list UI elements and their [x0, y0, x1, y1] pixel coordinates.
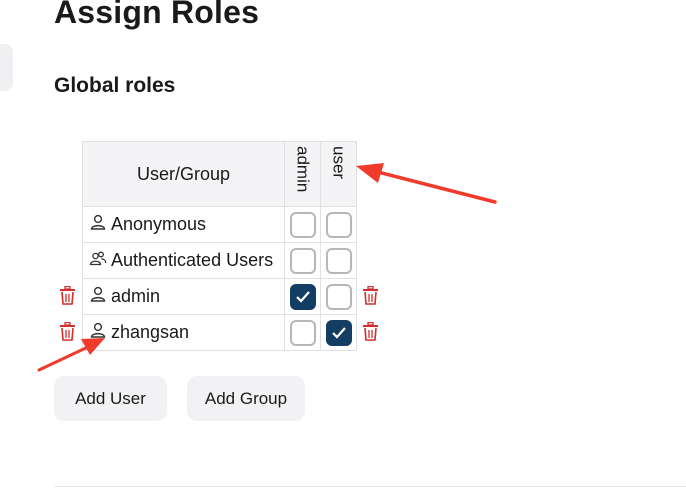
user-group-header: User/Group: [82, 141, 285, 207]
row-name: zhangsan: [111, 322, 190, 342]
user-icon: [89, 321, 107, 344]
checkbox-admin-user[interactable]: [325, 283, 352, 310]
row-name-cell: admin: [82, 278, 285, 315]
row-name-cell: Anonymous: [82, 206, 285, 243]
role-label-user: user: [329, 146, 349, 180]
row-name-cell: Authenticated Users: [82, 242, 285, 279]
trash-icon[interactable]: [362, 321, 379, 346]
table-row: Authenticated Users: [82, 242, 357, 279]
table-row: zhangsan: [82, 314, 357, 351]
trash-icon[interactable]: [362, 285, 379, 310]
add-user-button[interactable]: Add User: [54, 376, 167, 421]
row-name: Anonymous: [111, 214, 207, 234]
checkbox-authenticated-user[interactable]: [325, 247, 352, 274]
section-title: Global roles: [54, 74, 176, 97]
checkbox-anonymous-user[interactable]: [325, 211, 352, 238]
role-header-admin: admin: [284, 141, 321, 207]
global-roles-table: User/Group admin user Anonymous Authenti…: [82, 141, 357, 351]
add-group-button[interactable]: Add Group: [187, 376, 305, 421]
row-name: admin: [111, 286, 161, 306]
checkbox-anonymous-admin[interactable]: [289, 211, 316, 238]
side-panel-tab[interactable]: [0, 44, 13, 91]
table-row: admin: [82, 278, 357, 315]
checkbox-admin-admin[interactable]: [289, 283, 316, 310]
user-icon: [89, 285, 107, 308]
row-name: Authenticated Users: [111, 250, 274, 270]
checkbox-authenticated-admin[interactable]: [289, 247, 316, 274]
trash-icon[interactable]: [59, 321, 76, 346]
annotation-arrow-icon: [356, 163, 497, 204]
group-icon: [89, 249, 107, 272]
trash-icon[interactable]: [59, 285, 76, 310]
row-name-cell: zhangsan: [82, 314, 285, 351]
user-icon: [89, 213, 107, 236]
table-header-row: User/Group admin user: [82, 141, 357, 207]
role-label-admin: admin: [293, 146, 313, 193]
page-title: Assign Roles: [54, 0, 260, 30]
table-row: Anonymous: [82, 206, 357, 243]
role-header-user: user: [320, 141, 357, 207]
divider: [54, 486, 686, 487]
checkbox-zhangsan-admin[interactable]: [289, 319, 316, 346]
checkbox-zhangsan-user[interactable]: [325, 319, 352, 346]
